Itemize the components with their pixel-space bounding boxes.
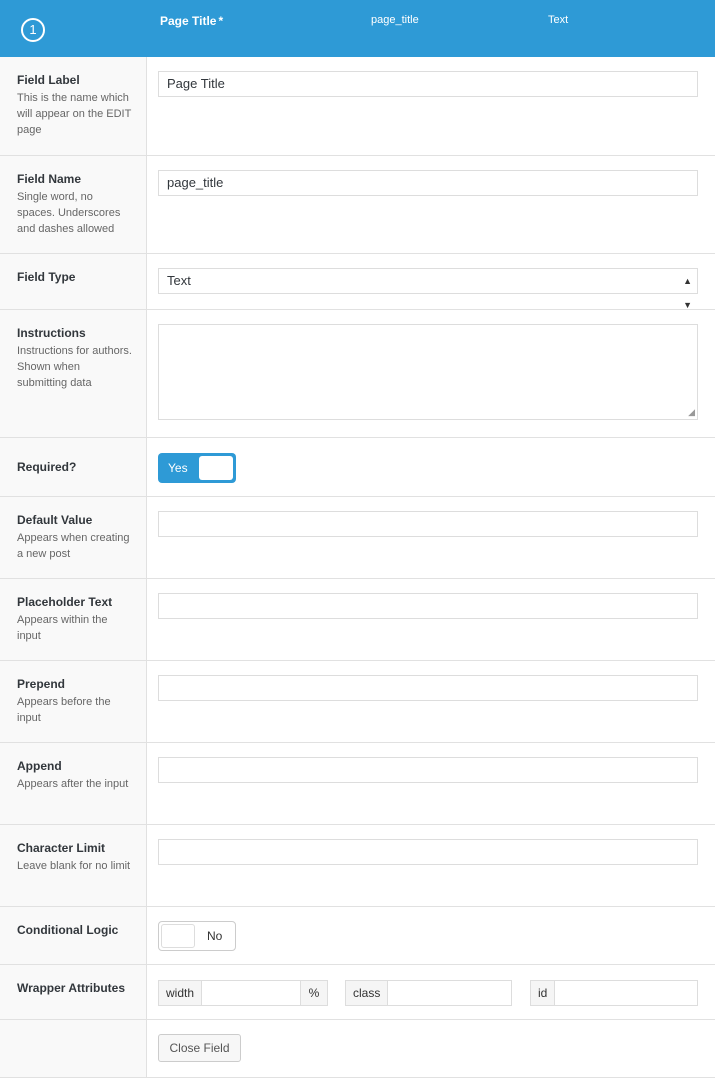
wrapper-id-input[interactable]: id: [530, 980, 698, 1006]
label-column: Character Limit Leave blank for no limit: [0, 825, 147, 906]
label-title: Field Label: [17, 72, 132, 88]
row-required: Required? Yes: [0, 438, 715, 497]
label-title: Instructions: [17, 325, 132, 341]
label-description: Leave blank for no limit: [17, 858, 132, 874]
close-field-button[interactable]: Close Field: [158, 1034, 241, 1062]
required-asterisk: *: [218, 14, 223, 28]
row-field-type: Field Type Text ▲▼: [0, 254, 715, 310]
label-description: Appears before the input: [17, 694, 132, 726]
label-column: Placeholder Text Appears within the inpu…: [0, 579, 147, 660]
character-limit-input[interactable]: [158, 839, 698, 865]
field-settings-form: Field Label This is the name which will …: [0, 57, 715, 1078]
label-description: Instructions for authors. Shown when sub…: [17, 343, 132, 391]
input-column: [147, 579, 715, 660]
input-column: [147, 825, 715, 906]
width-unit-suffix: %: [300, 981, 327, 1005]
input-column: width % class id: [147, 965, 715, 1019]
required-toggle[interactable]: Yes: [158, 453, 236, 483]
label-title: Conditional Logic: [17, 922, 132, 938]
row-default-value: Default Value Appears when creating a ne…: [0, 497, 715, 579]
field-type-selected-value: Text: [167, 273, 191, 288]
field-label-input[interactable]: Page Title: [158, 71, 698, 97]
toggle-label: Yes: [168, 461, 188, 475]
label-title: Required?: [17, 459, 132, 475]
width-prefix: width: [159, 981, 202, 1005]
label-description: Single word, no spaces. Underscores and …: [17, 189, 132, 237]
toggle-knob: [199, 456, 233, 480]
label-column: [0, 1020, 147, 1077]
row-field-label: Field Label This is the name which will …: [0, 57, 715, 156]
row-prepend: Prepend Appears before the input: [0, 661, 715, 743]
label-column: Required?: [0, 438, 147, 496]
label-column: Wrapper Attributes: [0, 965, 147, 1019]
wrapper-width-input[interactable]: width %: [158, 980, 328, 1006]
label-column: Field Type: [0, 254, 147, 309]
label-title: Append: [17, 758, 132, 774]
toggle-label: No: [207, 929, 222, 943]
class-prefix: class: [346, 981, 388, 1005]
wrapper-class-input[interactable]: class: [345, 980, 512, 1006]
label-column: Field Label This is the name which will …: [0, 57, 147, 155]
label-column: Prepend Appears before the input: [0, 661, 147, 742]
label-column: Instructions Instructions for authors. S…: [0, 310, 147, 437]
label-title: Placeholder Text: [17, 594, 132, 610]
label-column: Append Appears after the input: [0, 743, 147, 824]
label-description: Appears after the input: [17, 776, 132, 792]
label-description: Appears within the input: [17, 612, 132, 644]
label-title: Prepend: [17, 676, 132, 692]
field-order-badge[interactable]: 1: [21, 18, 45, 42]
row-instructions: Instructions Instructions for authors. S…: [0, 310, 715, 438]
field-name-input[interactable]: page_title: [158, 170, 698, 196]
label-column: Field Name Single word, no spaces. Under…: [0, 156, 147, 253]
label-title: Character Limit: [17, 840, 132, 856]
input-column: [147, 743, 715, 824]
input-column: ◢: [147, 310, 715, 437]
header-field-label-text[interactable]: Page Title: [160, 14, 216, 28]
header-field-label[interactable]: Page Title*: [160, 14, 223, 28]
row-character-limit: Character Limit Leave blank for no limit: [0, 825, 715, 907]
label-title: Field Type: [17, 269, 132, 285]
instructions-textarea[interactable]: ◢: [158, 324, 698, 420]
input-column: Text ▲▼: [147, 254, 715, 309]
label-title: Field Name: [17, 171, 132, 187]
input-column: Page Title: [147, 57, 715, 155]
row-close-field: Close Field: [0, 1020, 715, 1078]
label-column: Conditional Logic: [0, 907, 147, 964]
label-description: Appears when creating a new post: [17, 530, 132, 562]
row-conditional-logic: Conditional Logic No: [0, 907, 715, 965]
label-title: Wrapper Attributes: [17, 980, 132, 996]
field-header[interactable]: 1 Page Title* page_title Text: [0, 0, 715, 57]
label-column: Default Value Appears when creating a ne…: [0, 497, 147, 578]
row-append: Append Appears after the input: [0, 743, 715, 825]
placeholder-text-input[interactable]: [158, 593, 698, 619]
default-value-input[interactable]: [158, 511, 698, 537]
header-field-type: Text: [548, 14, 568, 26]
input-column: [147, 497, 715, 578]
id-prefix: id: [531, 981, 555, 1005]
resize-grip-icon[interactable]: ◢: [688, 407, 695, 418]
row-field-name: Field Name Single word, no spaces. Under…: [0, 156, 715, 254]
conditional-logic-toggle[interactable]: No: [158, 921, 236, 951]
input-column: Yes: [147, 438, 715, 496]
row-wrapper-attributes: Wrapper Attributes width % class id: [0, 965, 715, 1020]
row-placeholder-text: Placeholder Text Appears within the inpu…: [0, 579, 715, 661]
toggle-knob: [161, 924, 195, 948]
input-column: Close Field: [147, 1020, 715, 1077]
prepend-input[interactable]: [158, 675, 698, 701]
header-field-name: page_title: [371, 14, 419, 26]
append-input[interactable]: [158, 757, 698, 783]
label-title: Default Value: [17, 512, 132, 528]
input-column: page_title: [147, 156, 715, 253]
input-column: [147, 661, 715, 742]
field-type-select[interactable]: Text ▲▼: [158, 268, 698, 294]
input-column: No: [147, 907, 715, 964]
label-description: This is the name which will appear on th…: [17, 90, 132, 138]
